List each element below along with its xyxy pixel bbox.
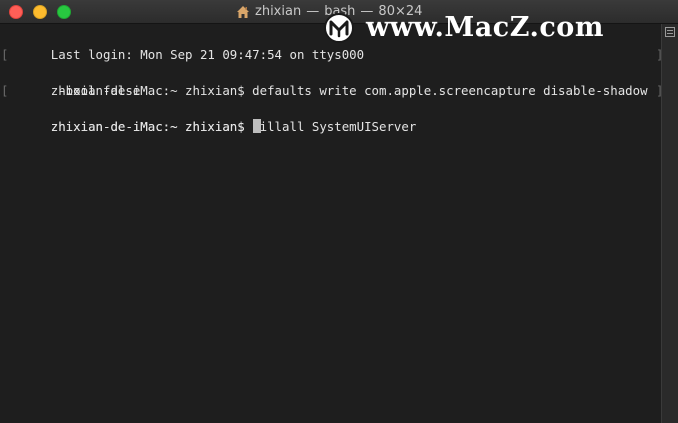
split-pane-icon[interactable] xyxy=(665,27,675,37)
terminal-line: [ zhixian-de-iMac:~ zhixian$ killall Sys… xyxy=(1,82,663,134)
title-user: zhixian xyxy=(255,4,302,19)
terminal-output[interactable]: Last login: Mon Sep 21 09:47:54 on ttys0… xyxy=(1,28,663,423)
house-icon xyxy=(236,5,250,19)
title-shell: bash xyxy=(324,4,356,19)
window-title: zhixian — bash — 80×24 xyxy=(236,3,422,21)
mark-bracket-left: [ xyxy=(1,83,9,98)
close-button[interactable] xyxy=(9,5,23,19)
vertical-scrollbar[interactable] xyxy=(661,24,678,423)
zoom-button[interactable] xyxy=(57,5,71,19)
terminal-line: -bool false xyxy=(6,64,656,98)
terminal-line-text: zhixian-de-iMac:~ zhixian$ xyxy=(50,119,253,134)
terminal-line: [ zhixian-de-iMac:~ zhixian$ defaults wr… xyxy=(1,46,663,98)
title-bar[interactable]: zhixian — bash — 80×24 xyxy=(0,0,678,24)
text-cursor xyxy=(253,119,262,133)
title-separator: — xyxy=(360,4,374,19)
title-separator: — xyxy=(306,4,320,19)
terminal-window: zhixian — bash — 80×24 Last login: Mon S… xyxy=(0,0,678,423)
minimize-button[interactable] xyxy=(33,5,47,19)
mark-bracket-left: [ xyxy=(1,47,9,62)
terminal-line: Last login: Mon Sep 21 09:47:54 on ttys0… xyxy=(6,28,656,62)
terminal-line: zhixian-de-iMac:~ zhixian$ xyxy=(6,100,656,134)
title-size: 80×24 xyxy=(378,4,423,19)
